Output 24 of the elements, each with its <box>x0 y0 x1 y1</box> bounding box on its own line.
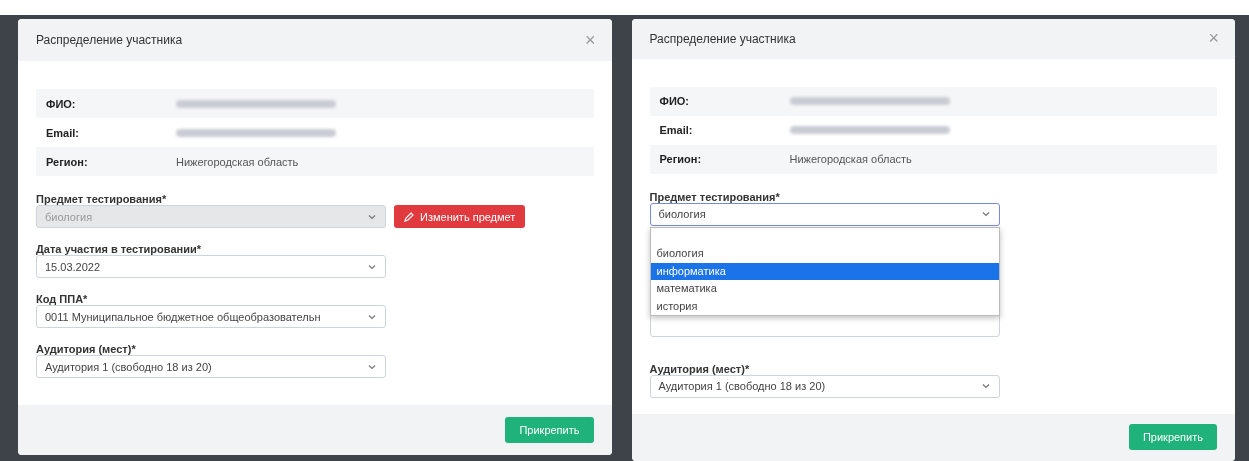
field-label: Код ППА* <box>36 294 89 304</box>
dropdown-option[interactable]: математика <box>650 280 999 298</box>
field-label: Предмет тестирования* <box>649 191 781 202</box>
select-field[interactable]: Аудитория 1 (свободно 18 из 20) <box>36 355 386 378</box>
select-field[interactable]: Аудитория 1 (свободно 18 из 20) <box>649 374 1000 398</box>
info-label: Email: <box>46 126 80 139</box>
select-field[interactable]: 0011 Муниципальное бюджетное общеобразовательн <box>36 305 386 328</box>
dropdown-option[interactable]: биология <box>650 245 999 263</box>
edit-icon <box>404 211 414 222</box>
info-value: Нижегородская область <box>176 155 299 168</box>
info-label: Email: <box>659 124 694 137</box>
select-field[interactable]: 15.03.2022 <box>36 255 386 278</box>
info-value: Нижегородская область <box>789 153 912 166</box>
field-label: Предмет тестирования* <box>36 194 168 204</box>
field-label: Аудитория (мест)* <box>649 363 751 374</box>
field-label: Аудитория (мест)* <box>36 344 137 354</box>
dialog-title: Распределение участника <box>36 33 183 47</box>
info-label: ФИО: <box>659 95 690 108</box>
info-label: Регион: <box>46 155 89 168</box>
info-label: Регион: <box>659 153 703 166</box>
dialog-title: Распределение участника <box>649 31 796 46</box>
info-label: ФИО: <box>46 97 77 110</box>
field-label: Дата участия в тестировании* <box>36 244 202 254</box>
select-field[interactable]: биология <box>649 202 1000 226</box>
